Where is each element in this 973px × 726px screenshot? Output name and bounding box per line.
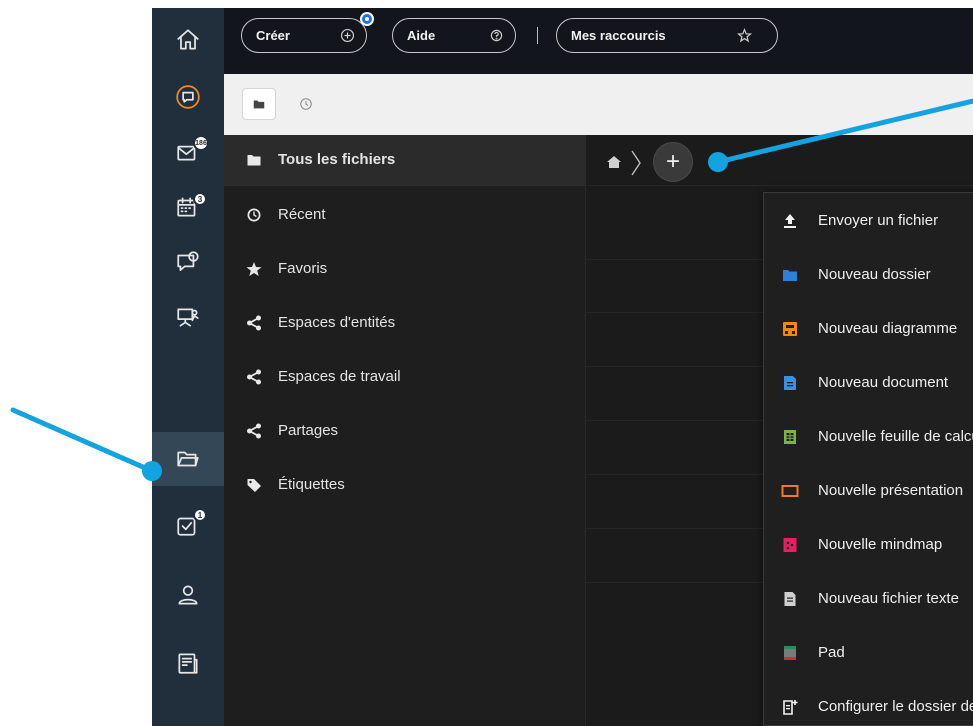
create-button-label: Créer	[256, 28, 290, 43]
shortcuts-button-label: Mes raccourcis	[571, 28, 666, 43]
clock-icon	[300, 98, 312, 110]
spreadsheet-icon	[781, 428, 799, 446]
notification-dot	[360, 12, 374, 26]
tree-item-all-files[interactable]: Tous les fichiers	[224, 135, 586, 186]
folder-open-icon	[177, 451, 199, 467]
rail-news-button[interactable]	[152, 636, 224, 690]
tree-item-label: Récent	[278, 206, 326, 223]
template-settings-icon	[781, 698, 799, 716]
folder-icon	[246, 152, 262, 168]
help-button[interactable]: Aide	[392, 18, 516, 53]
rail-tasks-button[interactable]: 1	[152, 498, 224, 552]
text-file-icon	[781, 590, 799, 608]
whiteboard-user-icon	[177, 308, 199, 327]
menu-item-label: Pad	[818, 644, 845, 661]
rail-contacts-button[interactable]	[152, 568, 224, 622]
tree-item-label: Tous les fichiers	[278, 151, 396, 168]
rail-chat-button[interactable]	[152, 235, 224, 289]
menu-item-pad[interactable]: Pad	[764, 626, 973, 680]
tree-item-entity-spaces[interactable]: Espaces d'entités	[224, 298, 586, 349]
menu-item-configure-templates[interactable]: Configurer le dossier des modèles	[764, 680, 973, 726]
menu-item-label: Nouveau fichier texte	[818, 590, 959, 607]
pad-icon	[781, 644, 799, 662]
menu-item-label: Envoyer un fichier	[818, 212, 939, 229]
menu-item-new-mindmap[interactable]: Nouvelle mindmap	[764, 518, 973, 572]
create-button[interactable]: Créer	[241, 18, 367, 53]
rail-presentation-button[interactable]	[152, 290, 224, 344]
rail-files-button[interactable]	[152, 432, 224, 486]
star-icon	[246, 261, 262, 277]
tree-item-tags[interactable]: Étiquettes	[224, 460, 586, 511]
newspaper-icon	[178, 653, 198, 674]
create-menu: Envoyer un fichier Nouveau dossier Nouve…	[763, 192, 973, 726]
help-button-label: Aide	[407, 28, 436, 43]
clock-icon	[246, 207, 262, 223]
shortcuts-button[interactable]: Mes raccourcis	[556, 18, 778, 53]
diagram-icon	[781, 320, 799, 338]
app-window: 186 3 1 Créer Aide Mes raccourcis Tous l…	[152, 8, 973, 726]
menu-item-label: Nouvelle mindmap	[818, 536, 943, 553]
rail-chat-history-button[interactable]	[152, 70, 224, 124]
menu-item-upload-file[interactable]: Envoyer un fichier	[764, 194, 973, 248]
menu-item-new-text-file[interactable]: Nouveau fichier texte	[764, 572, 973, 626]
menu-item-label: Configurer le dossier des modèles	[818, 698, 973, 715]
topbar-separator	[537, 27, 538, 44]
upload-icon	[781, 212, 799, 230]
menu-item-new-spreadsheet[interactable]: Nouvelle feuille de calcul	[764, 410, 973, 464]
share-icon	[246, 369, 262, 385]
view-toolbar	[224, 74, 973, 135]
document-icon	[781, 374, 799, 392]
tree-item-shares[interactable]: Partages	[224, 406, 586, 457]
recent-view-button[interactable]	[289, 88, 323, 120]
tree-item-workspaces[interactable]: Espaces de travail	[224, 352, 586, 403]
star-outline-icon	[736, 27, 753, 44]
menu-item-label: Nouvelle feuille de calcul	[818, 428, 973, 445]
mindmap-icon	[781, 536, 799, 554]
share-icon	[246, 315, 262, 331]
user-icon	[178, 585, 198, 605]
menu-item-new-presentation[interactable]: Nouvelle présentation	[764, 464, 973, 518]
tree-item-recent[interactable]: Récent	[224, 190, 586, 241]
annotation-arrow-line	[10, 407, 155, 474]
tree-item-label: Espaces d'entités	[278, 314, 396, 331]
calendar-count-badge: 3	[193, 192, 207, 206]
app-rail: 186 3 1	[152, 8, 224, 726]
home-icon	[177, 29, 199, 50]
folder-icon	[781, 266, 799, 284]
rail-messages-button[interactable]: 186	[152, 125, 224, 179]
menu-item-label: Nouvelle présentation	[818, 482, 964, 499]
chat-history-icon	[176, 85, 200, 109]
tree-item-label: Étiquettes	[278, 476, 345, 493]
presentation-icon	[781, 482, 799, 500]
menu-item-label: Nouveau diagramme	[818, 320, 958, 337]
menu-item-new-diagram[interactable]: Nouveau diagramme	[764, 302, 973, 356]
chat-bubble-icon	[177, 251, 199, 271]
question-circle-icon	[488, 27, 505, 44]
plus-circle-icon	[339, 27, 356, 44]
rail-calendar-button[interactable]: 3	[152, 180, 224, 234]
menu-item-new-folder[interactable]: Nouveau dossier	[764, 248, 973, 302]
tree-item-label: Favoris	[278, 260, 328, 277]
add-new-button[interactable]: +	[653, 142, 693, 182]
tasks-count-badge: 1	[193, 508, 207, 522]
messages-count-badge: 186	[193, 135, 209, 151]
home-icon[interactable]	[606, 154, 622, 170]
folder-view-button[interactable]	[242, 88, 276, 120]
top-bar: Créer Aide Mes raccourcis	[224, 8, 973, 74]
tag-icon	[246, 477, 262, 493]
chevron-right-icon	[630, 149, 642, 177]
file-list-area: + BC Envoyer un fichier Nouveau dossier …	[586, 135, 973, 726]
tree-item-favorites[interactable]: Favoris	[224, 244, 586, 295]
share-icon	[246, 423, 262, 439]
home-button[interactable]	[152, 13, 224, 67]
plus-icon: +	[665, 148, 680, 175]
tree-item-label: Partages	[278, 422, 339, 439]
folder-icon	[253, 100, 265, 109]
menu-item-label: Nouveau document	[818, 374, 949, 391]
menu-item-label: Nouveau dossier	[818, 266, 931, 283]
row-divider	[586, 185, 973, 186]
tree-item-label: Espaces de travail	[278, 368, 401, 385]
menu-item-new-document[interactable]: Nouveau document	[764, 356, 973, 410]
file-tree: Tous les fichiers Récent Favoris Espaces…	[224, 135, 586, 726]
